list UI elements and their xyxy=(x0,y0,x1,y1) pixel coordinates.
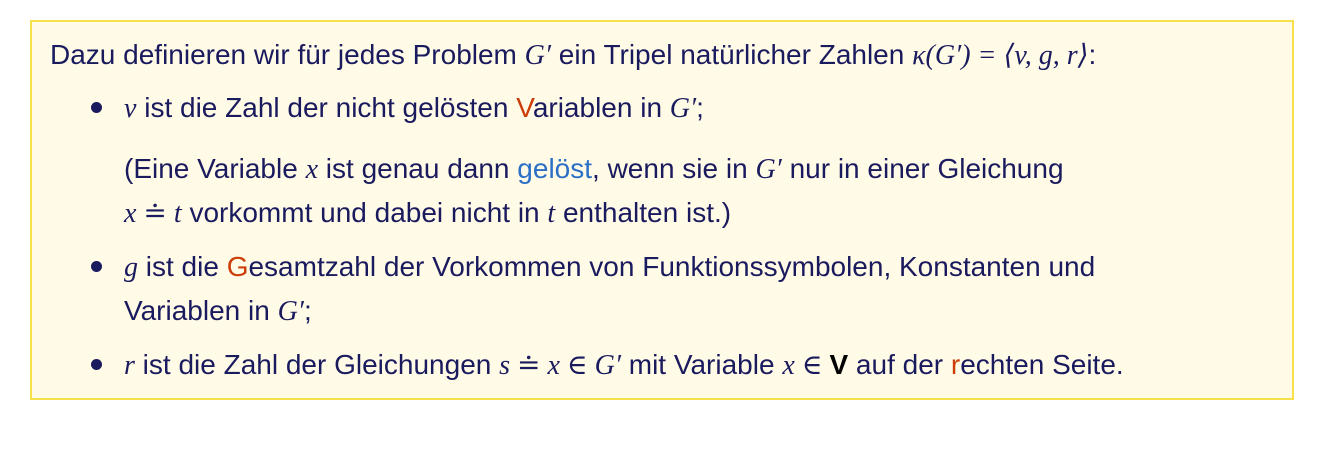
list-item-v: v ist die Zahl der nicht gelösten Variab… xyxy=(124,91,704,126)
item-highlight: V xyxy=(516,92,533,123)
item-text: echten Seite. xyxy=(960,349,1124,380)
note-highlight: gelöst xyxy=(517,153,593,184)
note-math: G′ xyxy=(755,154,782,185)
bullet-icon xyxy=(91,359,102,370)
item-variable: v xyxy=(124,93,137,124)
note-text: ist genau dann xyxy=(318,153,518,184)
item-bold-set: V xyxy=(829,349,849,380)
item-math: x ∈ xyxy=(782,350,830,381)
item-text: ist die Zahl der nicht gelösten xyxy=(136,92,517,123)
intro-math-g: G′ xyxy=(524,40,552,71)
note-math: x xyxy=(305,154,319,185)
item-text: Variablen in xyxy=(124,295,278,326)
item-variable: r xyxy=(124,350,135,381)
item-text: ; xyxy=(696,92,704,123)
intro-text: Dazu definieren wir für jedes Problem xyxy=(50,39,525,70)
item-text: auf der xyxy=(848,349,951,380)
item-text: mit Variable xyxy=(620,349,783,380)
note-math: x ≐ t xyxy=(124,198,182,229)
list-item-g: g ist die Gesamtzahl der Vorkommen von F… xyxy=(124,250,1095,285)
note-text: nur in einer Gleichung xyxy=(781,153,1064,184)
item-highlight: G xyxy=(226,251,249,282)
intro-line: Dazu definieren wir für jedes Problem G′… xyxy=(50,38,1096,73)
item-math: G′ xyxy=(277,296,304,327)
item-text: esamtzahl der Vorkommen von Funktionssym… xyxy=(248,251,1096,282)
item-text: ariablen in xyxy=(532,92,670,123)
note-line-2: x ≐ t vorkommt und dabei nicht in t enth… xyxy=(124,196,731,231)
item-highlight: r xyxy=(950,349,961,380)
note-text: , wenn sie in xyxy=(592,153,756,184)
item-text: ist die Zahl der Gleichungen xyxy=(134,349,500,380)
intro-math-kappa: κ(G′) = ⟨v, g, r⟩ xyxy=(912,40,1089,71)
list-item-r: r ist die Zahl der Gleichungen s ≐ x ∈ G… xyxy=(124,348,1124,383)
item-math: G′ xyxy=(669,93,697,124)
note-text: vorkommt und dabei nicht in xyxy=(181,197,548,228)
list-item-g-line-2: Variablen in G′; xyxy=(124,294,312,329)
bullet-icon xyxy=(91,261,102,272)
intro-text: : xyxy=(1088,39,1097,70)
intro-text: ein Tripel natürlicher Zahlen xyxy=(551,39,913,70)
note-line-1: (Eine Variable x ist genau dann gelöst, … xyxy=(124,152,1064,187)
item-math: s ≐ x ∈ G′ xyxy=(499,350,621,381)
bullet-icon xyxy=(91,102,102,113)
item-text: ist die xyxy=(138,251,227,282)
item-text: ; xyxy=(303,295,312,326)
item-variable: g xyxy=(124,252,138,283)
note-text: (Eine Variable xyxy=(124,153,306,184)
note-text: enthalten ist.) xyxy=(555,197,732,228)
